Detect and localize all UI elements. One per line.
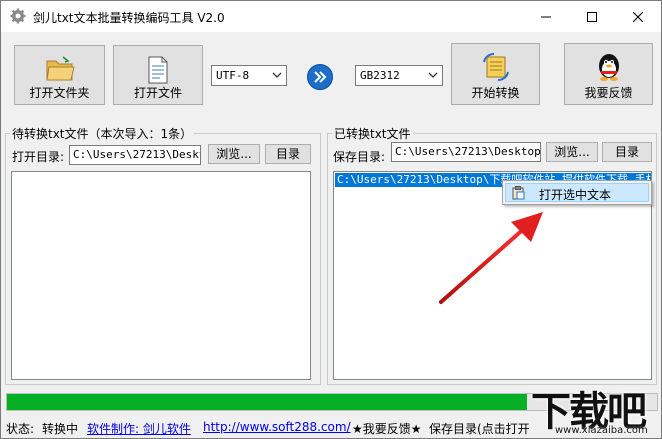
open-file-label: 打开文件 xyxy=(133,86,182,100)
feedback-status-item[interactable]: ★我要反馈★ xyxy=(352,420,422,437)
convert-files-icon xyxy=(482,52,509,82)
right-dir-button[interactable]: 目录 xyxy=(602,142,652,162)
pending-files-title: 待转换txt文件（本次导入：1条） xyxy=(10,125,195,142)
convert-arrow-icon xyxy=(307,64,333,90)
context-menu: 打开选中文本 xyxy=(502,180,652,205)
file-icon xyxy=(148,56,168,84)
folder-icon xyxy=(45,56,75,81)
start-convert-label: 开始转换 xyxy=(471,86,520,100)
gear-icon xyxy=(10,8,26,24)
qq-penguin-icon xyxy=(598,54,619,81)
left-dir-button[interactable]: 目录 xyxy=(265,144,311,164)
chevron-down-icon xyxy=(272,72,282,78)
open-dir-label: 打开目录: xyxy=(12,150,65,164)
watermark-url: www.xiazaiba.com xyxy=(555,425,648,436)
feedback-button[interactable]: 我要反馈 xyxy=(564,43,653,105)
converted-files-title: 已转换txt文件 xyxy=(332,125,413,142)
maximize-icon xyxy=(587,11,597,22)
author-link[interactable]: 软件制作: 剑儿软件 xyxy=(87,420,191,437)
open-folder-label: 打开文件夹 xyxy=(29,86,90,100)
maximize-button[interactable] xyxy=(569,1,615,32)
source-encoding-select[interactable]: UTF-8 xyxy=(211,65,287,86)
chevron-down-icon xyxy=(428,72,438,78)
app-window: 剑儿txt文本批量转换编码工具 V2.0 打开文件夹 打开文件 UTF-8 GB… xyxy=(0,0,662,439)
save-dir-status-item[interactable]: 保存目录(点击打开 xyxy=(429,420,530,437)
clipboard-icon xyxy=(512,186,525,200)
close-button[interactable] xyxy=(615,1,661,32)
watermark-logo: 下载吧 www.xiazaiba.com xyxy=(525,377,661,438)
minimize-button[interactable] xyxy=(523,1,569,32)
save-dir-input[interactable]: C:\Users\27213\Desktop xyxy=(391,142,541,162)
start-convert-button[interactable]: 开始转换 xyxy=(451,43,540,105)
feedback-label: 我要反馈 xyxy=(584,86,633,100)
annotation-arrow-icon xyxy=(439,212,543,304)
open-file-button[interactable]: 打开文件 xyxy=(113,45,203,105)
minimize-icon xyxy=(541,16,551,17)
window-title: 剑儿txt文本批量转换编码工具 V2.0 xyxy=(33,11,225,25)
progress-fill xyxy=(7,394,527,410)
pending-files-list[interactable] xyxy=(11,171,311,380)
save-dir-label: 保存目录: xyxy=(333,150,386,164)
target-encoding-select[interactable]: GB2312 xyxy=(355,65,443,86)
target-encoding-value: GB2312 xyxy=(360,69,400,82)
website-link[interactable]: http://www.soft288.com/ xyxy=(203,420,351,434)
title-bar: 剑儿txt文本批量转换编码工具 V2.0 xyxy=(1,1,661,32)
open-folder-button[interactable]: 打开文件夹 xyxy=(14,45,105,105)
open-dir-input[interactable]: C:\Users\27213\Desktop xyxy=(69,145,201,165)
right-browse-button[interactable]: 浏览... xyxy=(546,142,598,162)
source-encoding-value: UTF-8 xyxy=(216,69,250,82)
left-browse-button[interactable]: 浏览... xyxy=(208,144,260,164)
status-label: 状态: xyxy=(6,422,35,436)
close-icon xyxy=(633,11,643,22)
open-selected-text-label: 打开选中文本 xyxy=(539,188,612,202)
status-value: 转换中 xyxy=(42,422,79,436)
open-selected-text-menu-item[interactable]: 打开选中文本 xyxy=(505,183,649,202)
